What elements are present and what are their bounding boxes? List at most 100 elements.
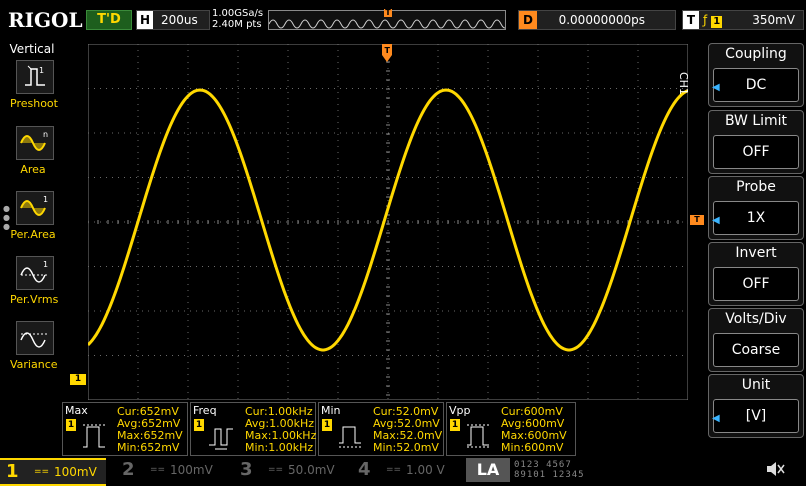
channel-4-tab[interactable]: 4 == 1.00 V [352, 458, 458, 482]
dc-coupling-icon: == [34, 467, 50, 477]
softkey-title: BW Limit [724, 113, 788, 129]
measurement-cur: Cur:600mV [501, 405, 563, 418]
memory-depth: 2.40M pts [212, 19, 262, 30]
measurement-maxval: Max:52.0mV [373, 429, 443, 442]
measurement-minval: Min:600mV [501, 441, 564, 454]
svg-text:1: 1 [43, 195, 48, 204]
trigger-position-marker[interactable]: T [382, 44, 392, 66]
trigger-marker-text: T [385, 46, 391, 55]
ch1-offset-marker[interactable]: 1 [70, 374, 86, 385]
channel-1-tab[interactable]: 1 == 100mV [0, 458, 106, 486]
dc-coupling-icon: == [268, 465, 284, 475]
measurement-min[interactable]: Min 1 Cur:52.0mV Avg:52.0mV Max:52.0mV M… [318, 402, 444, 456]
menu-item-per-vrms[interactable]: 1 Per.Vrms [10, 256, 59, 306]
sample-rate-readout: 1.00GSa/s 2.40M pts [212, 8, 263, 30]
measurement-maxval: Max:652mV [117, 429, 183, 442]
softkey-volts-div[interactable]: Volts/Div Coarse [708, 308, 804, 372]
svg-text:n: n [43, 130, 48, 139]
la-label: LA [466, 458, 510, 482]
measurement-freq[interactable]: Freq 1 Cur:1.00kHz Avg:1.00kHz Max:1.00k… [190, 402, 316, 456]
select-arrow-icon: ◀ [712, 413, 720, 424]
trigger-level-marker[interactable]: T [690, 215, 704, 225]
measurement-minval: Min:52.0mV [373, 441, 439, 454]
measurement-cur: Cur:652mV [117, 405, 179, 418]
measurement-maxval: Max:1.00kHz [245, 429, 317, 442]
select-arrow-icon: ◀ [712, 215, 720, 226]
measurement-avg: Avg:652mV [117, 417, 181, 430]
dc-coupling-icon: == [150, 465, 166, 475]
softkey-value: Coarse [713, 333, 799, 367]
area-icon: n [16, 126, 54, 160]
menu-item-label: Variance [10, 358, 58, 371]
softkey-coupling[interactable]: Coupling DC ◀ [708, 43, 804, 107]
trigger-source: 1 [711, 16, 723, 28]
channel-scale: 100mV [54, 465, 97, 479]
softkey-invert[interactable]: Invert OFF [708, 242, 804, 306]
trigger-label: T [683, 11, 699, 29]
max-measure-icon [83, 424, 105, 448]
softkey-title: Unit [741, 377, 771, 393]
softkey-title: Volts/Div [725, 311, 787, 327]
measurement-cur: Cur:52.0mV [373, 405, 439, 418]
la-bits: 0123 4567 89101 12345 [514, 460, 585, 480]
softkey-value: DC [713, 68, 799, 102]
measurement-channel: 1 [66, 419, 76, 431]
logic-analyzer-tab[interactable]: LA 0123 4567 89101 12345 [466, 458, 608, 482]
trigger-settings[interactable]: Tƒ 1 350mV [682, 10, 804, 30]
channel-scale: 100mV [170, 463, 213, 477]
softkey-unit[interactable]: Unit [V] ◀ [708, 374, 804, 438]
speaker-mute-icon[interactable] [764, 458, 786, 480]
horizontal-label: H [137, 11, 153, 29]
measurement-name: Min [321, 404, 341, 417]
measurement-name: Freq [193, 404, 217, 417]
la-bits-top: 0123 4567 [514, 460, 572, 470]
softkey-value: 1X [713, 201, 799, 235]
measurement-name: Vpp [449, 404, 471, 417]
min-measure-icon [339, 426, 361, 448]
channel-number: 4 [358, 459, 371, 480]
svg-text:1: 1 [39, 66, 44, 75]
menu-item-label: Per.Area [10, 228, 56, 241]
variance-icon [16, 321, 54, 355]
softkey-bw-limit[interactable]: BW Limit OFF [708, 110, 804, 174]
channel-number: 2 [122, 459, 135, 480]
freq-measure-icon [209, 428, 233, 450]
channel-scale: 1.00 V [406, 463, 445, 477]
channel-number: 1 [6, 461, 19, 482]
measurement-channel: 1 [194, 419, 204, 431]
horizontal-timebase[interactable]: H 200us [136, 10, 210, 30]
menu-item-variance[interactable]: Variance [10, 321, 58, 371]
delay-label: D [519, 11, 537, 29]
memory-trigger-marker: T [384, 8, 392, 17]
measurement-minval: Min:1.00kHz [245, 441, 314, 454]
menu-item-label: Per.Vrms [10, 293, 59, 306]
dc-coupling-icon: == [386, 465, 402, 475]
brand-logo: RIGOL [8, 8, 83, 32]
per-area-icon: 1 [16, 191, 54, 225]
menu-item-area[interactable]: n Area [10, 126, 56, 176]
channel-number: 3 [240, 459, 253, 480]
menu-item-per-area[interactable]: 1 Per.Area [10, 191, 56, 241]
measurement-maxval: Max:600mV [501, 429, 567, 442]
delay-value: 0.00000000ps [558, 13, 645, 27]
softkey-title: Invert [735, 245, 777, 261]
sample-rate: 1.00GSa/s [212, 8, 264, 19]
softkey-title: Coupling [725, 46, 787, 62]
waveform-display[interactable] [86, 43, 689, 401]
select-arrow-icon: ◀ [712, 82, 720, 93]
per-vrms-icon: 1 [16, 256, 54, 290]
measurement-max[interactable]: Max 1 Cur:652mV Avg:652mV Max:652mV Min:… [62, 402, 188, 456]
la-bits-bottom: 89101 12345 [514, 470, 585, 480]
menu-item-label: Area [20, 163, 46, 176]
channel-3-tab[interactable]: 3 == 50.0mV [234, 458, 340, 482]
measurement-avg: Avg:1.00kHz [245, 417, 314, 430]
measurement-vpp[interactable]: Vpp 1 Cur:600mV Avg:600mV Max:600mV Min:… [446, 402, 576, 456]
menu-item-preshoot[interactable]: 1 Preshoot [10, 60, 58, 110]
channel-2-tab[interactable]: 2 == 100mV [116, 458, 222, 482]
softkey-title: Probe [736, 179, 776, 195]
softkey-probe[interactable]: Probe 1X ◀ [708, 176, 804, 240]
horizontal-delay[interactable]: D 0.00000000ps [518, 10, 676, 30]
measurement-channel: 1 [322, 419, 332, 431]
measurement-avg: Avg:52.0mV [373, 417, 440, 430]
svg-text:1: 1 [43, 260, 48, 269]
